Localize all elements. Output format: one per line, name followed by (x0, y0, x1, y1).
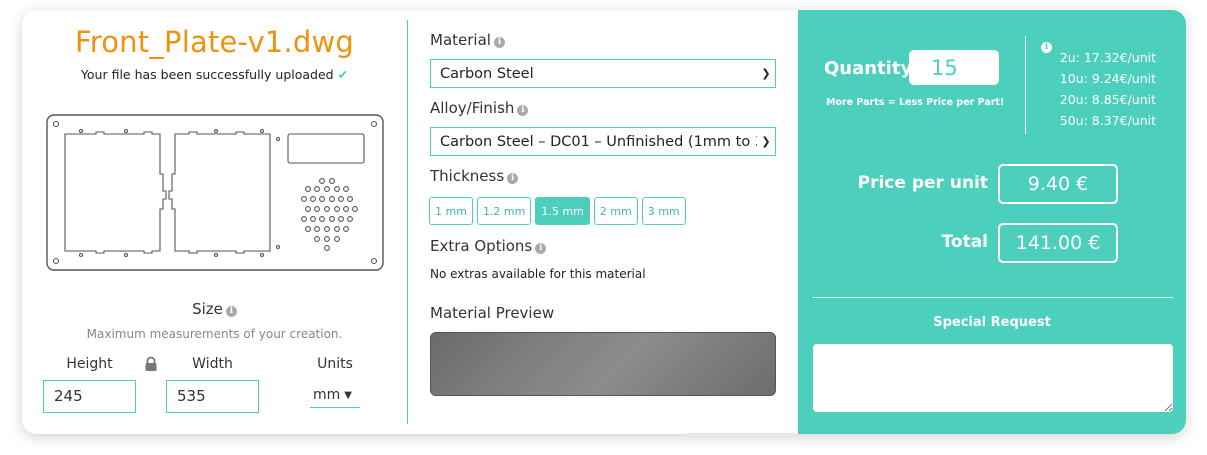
total-value: 141.00 € (998, 223, 1118, 263)
size-heading: Size i (22, 300, 407, 318)
quote-card: Front_Plate-v1.dwg Your file has been su… (22, 10, 1186, 434)
quantity-input[interactable]: 15 (909, 50, 999, 85)
total-label: Total (941, 232, 988, 252)
chevron-down-icon: ▼ (344, 389, 352, 401)
special-request-input[interactable] (813, 344, 1173, 412)
size-subtitle: Maximum measurements of your creation. (86, 327, 343, 341)
units-label: Units (317, 356, 353, 372)
chevron-down-icon: ❯ (761, 135, 771, 148)
width-value: 535 (177, 387, 206, 405)
height-value: 245 (54, 387, 83, 405)
thickness-option-selected[interactable]: 1.5 mm (535, 197, 590, 225)
height-input[interactable]: 245 (43, 380, 136, 413)
price-tiers: 2u: 17.32€/unit 10u: 9.24€/unit 20u: 8.8… (1060, 47, 1156, 131)
upload-message: Your file has been successfully uploaded (80, 67, 334, 82)
thickness-option[interactable]: 2 mm (593, 197, 638, 225)
price-tier: 10u: 9.24€/unit (1059, 71, 1156, 86)
thickness-heading: Thickness i (430, 167, 519, 185)
unit-price-label: Price per unit (857, 173, 988, 193)
info-icon[interactable]: i (507, 173, 519, 184)
material-preview-image (430, 332, 776, 396)
info-icon[interactable]: i (517, 105, 529, 116)
scroll-indicator (686, 433, 796, 437)
info-icon[interactable]: i (225, 306, 237, 317)
price-tier: 20u: 8.85€/unit (1059, 92, 1156, 107)
thickness-label: Thickness (430, 167, 505, 185)
special-request-title: Special Request (933, 315, 1051, 330)
unit-price-value: 9.40 € (998, 164, 1118, 204)
height-label: Height (66, 356, 113, 372)
thickness-option[interactable]: 1 mm (429, 197, 473, 225)
extras-heading: Extra Options i (430, 237, 547, 255)
size-title: Size (192, 300, 223, 318)
material-value: Carbon Steel (440, 65, 534, 82)
quantity-hint: More Parts = Less Price per Part! (826, 97, 1005, 108)
units-value: mm (313, 387, 341, 403)
check-icon: ✔ (337, 67, 349, 82)
material-heading: Material i (430, 31, 505, 49)
extras-message: No extras available for this material (430, 267, 646, 281)
units-select[interactable]: mm ▼ (310, 383, 360, 408)
price-tier: 2u: 17.32€/unit (1059, 50, 1156, 65)
upload-status: Your file has been successfully uploaded… (22, 67, 407, 82)
thickness-option[interactable]: 1.2 mm (476, 197, 532, 225)
chevron-down-icon: ❯ (761, 67, 771, 80)
quantity-value: 15 (931, 55, 958, 80)
pricing-panel: Quantity 15 More Parts = Less Price per … (798, 10, 1186, 434)
file-name: Front_Plate-v1.dwg (74, 25, 355, 59)
extras-label: Extra Options (430, 237, 533, 255)
panel-divider (407, 20, 408, 424)
thickness-options: 1 mm 1.2 mm 1.5 mm 2 mm 3 mm (429, 197, 686, 225)
info-icon[interactable]: i (493, 37, 505, 48)
alloy-label: Alloy/Finish (430, 99, 515, 117)
section-divider (813, 297, 1173, 298)
alloy-heading: Alloy/Finish i (430, 99, 529, 117)
quantity-label: Quantity (824, 58, 913, 79)
info-icon[interactable]: i (535, 243, 547, 254)
part-preview-drawing (46, 114, 384, 271)
material-preview-label: Material Preview (430, 304, 555, 322)
width-input[interactable]: 535 (166, 380, 259, 413)
material-label: Material (430, 31, 491, 49)
alloy-select[interactable]: Carbon Steel – DC01 – Unfinished (1mm to… (430, 127, 776, 156)
material-select[interactable]: Carbon Steel ❯ (430, 59, 776, 88)
info-icon[interactable]: i (1041, 42, 1052, 53)
lock-icon[interactable] (144, 356, 158, 372)
price-tier: 50u: 8.37€/unit (1059, 113, 1156, 128)
width-label: Width (192, 356, 233, 372)
thickness-option[interactable]: 3 mm (641, 197, 686, 225)
pricing-divider (1025, 36, 1026, 134)
alloy-value: Carbon Steel – DC01 – Unfinished (1mm to… (440, 133, 757, 150)
